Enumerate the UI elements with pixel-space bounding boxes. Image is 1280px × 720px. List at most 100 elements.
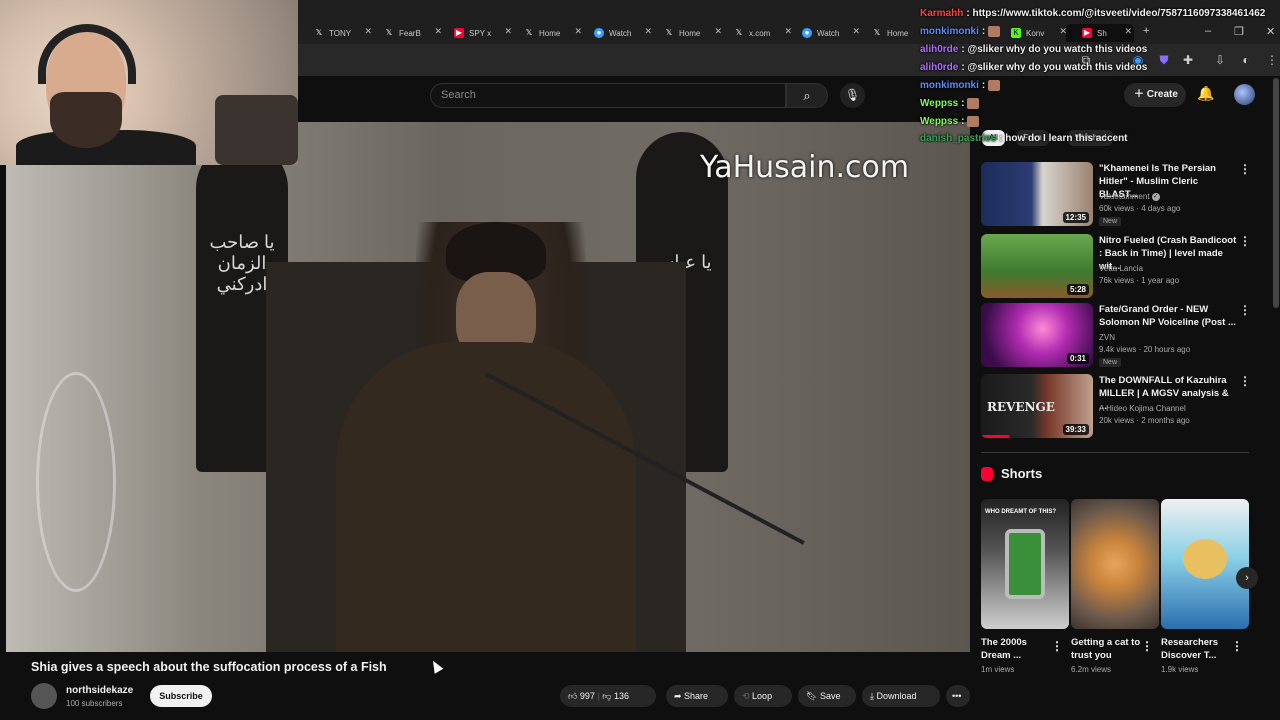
voice-search-button[interactable]: 🎙 xyxy=(840,83,865,108)
watch-icon: ● xyxy=(594,28,604,38)
phone-illustration xyxy=(1005,529,1045,599)
short-title[interactable]: The 2000s Dream ... xyxy=(981,636,1055,662)
loop-button[interactable]: ⟲ Loop xyxy=(734,685,792,707)
share-button[interactable]: ➦ Share xyxy=(666,685,728,707)
more-vertical-icon[interactable]: ⋮ xyxy=(1051,639,1063,653)
short-item[interactable]: WHO DREAMT OF THIS? The 2000s Dream ... … xyxy=(981,499,1069,674)
download-button[interactable]: ⤓ Download xyxy=(862,685,940,707)
dislike-button[interactable]: 👎︎ 136 xyxy=(602,691,629,701)
headset xyxy=(38,24,136,84)
shorts-icon xyxy=(981,466,993,481)
shield-icon[interactable]: ⛊ xyxy=(1156,52,1172,68)
browser-tab[interactable]: ● Watch ✕ xyxy=(786,24,862,42)
x-icon: 𝕏 xyxy=(665,28,673,37)
short-item[interactable]: Researchers Discover T... 1.9k views ⋮ xyxy=(1161,499,1249,674)
video-thumbnail[interactable]: 0:31 xyxy=(981,303,1093,367)
new-tab-button[interactable]: + xyxy=(1143,25,1149,37)
recommendation-channel[interactable]: ZVN xyxy=(1099,333,1115,342)
like-button[interactable]: 👍︎ 997 xyxy=(568,691,595,701)
browser-tab-active[interactable]: ▶ Sh ✕ xyxy=(1066,24,1134,42)
notifications-bell-icon[interactable]: 🔔 xyxy=(1197,85,1214,102)
more-vertical-icon[interactable]: ⋮ xyxy=(1231,639,1243,653)
profile-icon[interactable]: ◐ xyxy=(1238,52,1254,68)
short-title[interactable]: Researchers Discover T... xyxy=(1161,636,1235,662)
minimize-icon[interactable]: – xyxy=(1205,25,1211,37)
video-thumbnail[interactable]: 12:35 xyxy=(981,162,1093,226)
downloads-icon[interactable]: ⇩ xyxy=(1212,52,1228,68)
video-thumbnail[interactable]: 5:28 xyxy=(981,234,1093,298)
shorts-header: Shorts xyxy=(981,466,1042,481)
channel-avatar[interactable] xyxy=(31,683,57,709)
verified-icon: ✓ xyxy=(1151,192,1160,201)
recommendation-channel[interactable]: Vetta Lancia xyxy=(1099,264,1143,273)
account-avatar[interactable] xyxy=(1234,84,1255,105)
duration-badge: 0:31 xyxy=(1066,353,1089,364)
chat-message: Karmahh: https://www.tiktok.com/@itsveet… xyxy=(920,8,1266,19)
browser-tab[interactable]: 𝕏x.com ✕ xyxy=(718,24,794,42)
recommendation-channel[interactable]: Valuetainment ✓ xyxy=(1099,192,1160,201)
more-vertical-icon[interactable]: ⋮ xyxy=(1239,162,1251,176)
recommendation-item[interactable]: 5:28 Nitro Fueled (Crash Bandicoot : Bac… xyxy=(981,234,1251,298)
search-button[interactable]: ⌕ xyxy=(786,83,828,108)
browser-tab[interactable]: 𝕏 Home xyxy=(856,24,918,42)
more-vertical-icon[interactable]: ⋮ xyxy=(1239,234,1251,248)
channel-name[interactable]: northsidekaze xyxy=(66,685,133,696)
video-thumbnail[interactable]: REVENGE 39:33 xyxy=(981,374,1093,438)
chat-message: danish_pastries: how do I learn this acc… xyxy=(920,133,1128,144)
emote-icon xyxy=(967,116,980,127)
emote-icon xyxy=(988,80,1001,91)
more-vertical-icon[interactable]: ⋮ xyxy=(1141,639,1153,653)
plus-icon: ＋ xyxy=(1134,89,1147,100)
emote-icon xyxy=(988,26,1001,37)
recommendation-title[interactable]: Fate/Grand Order - NEW Solomon NP Voicel… xyxy=(1099,303,1237,329)
speaker-robe xyxy=(336,342,636,652)
menu-icon[interactable]: ⋮ xyxy=(1264,52,1280,68)
duration-badge: 39:33 xyxy=(1062,424,1089,435)
search-input[interactable]: Search xyxy=(430,83,786,108)
x-icon: 𝕏 xyxy=(315,28,323,37)
short-item[interactable]: Getting a cat to trust you 6.2m views ⋮ xyxy=(1071,499,1159,674)
mouse-cursor xyxy=(428,658,444,674)
thumbnail-text: REVENGE xyxy=(987,400,1055,414)
close-tab-icon[interactable]: ✕ xyxy=(1124,26,1132,37)
puzzle-icon[interactable]: ✚ xyxy=(1180,52,1196,68)
video-player[interactable]: يا صاحب الزمان ادركني يا عباس YaHusain.c… xyxy=(6,122,970,652)
shorts-next-button[interactable]: › xyxy=(1236,567,1258,589)
eye-of-horus-illustration xyxy=(1183,539,1227,579)
short-thumbnail[interactable]: WHO DREAMT OF THIS? xyxy=(981,499,1069,629)
browser-tab[interactable]: 𝕏 FearB ✕ xyxy=(368,24,444,42)
chevron-right-icon: › xyxy=(1245,572,1249,584)
more-horizontal-icon: ••• xyxy=(952,691,962,701)
x-icon: 𝕏 xyxy=(385,28,393,37)
more-vertical-icon[interactable]: ⋮ xyxy=(1239,303,1251,317)
subscriber-count: 100 subscribers xyxy=(66,699,123,708)
browser-tab[interactable]: ● Watch ✕ xyxy=(578,24,654,42)
thumbs-up-icon: 👍︎ xyxy=(568,691,580,701)
more-vertical-icon[interactable]: ⋮ xyxy=(1239,374,1251,388)
browser-tab[interactable]: K Konv ✕ xyxy=(995,24,1069,42)
create-button[interactable]: ＋ Create xyxy=(1124,83,1186,107)
browser-tab[interactable]: 𝕏 TONY ✕ xyxy=(298,24,374,42)
browser-tab[interactable]: ▶ SPY x ✕ xyxy=(438,24,514,42)
maximize-icon[interactable]: ❐ xyxy=(1234,25,1244,38)
recommendation-item[interactable]: 12:35 "Khamenei Is The Persian Hitler" -… xyxy=(981,162,1251,226)
microphone-icon: 🎙 xyxy=(844,88,861,102)
recommendation-meta: 60k views · 4 days ago xyxy=(1099,204,1181,213)
more-actions-button[interactable]: ••• xyxy=(946,685,970,707)
short-views: 1.9k views xyxy=(1161,665,1199,674)
browser-tab[interactable]: 𝕏 Home ✕ xyxy=(648,24,724,42)
save-button[interactable]: 🔖︎ Save xyxy=(798,685,856,707)
x-icon: 𝕏 xyxy=(873,28,881,37)
x-icon: 𝕏 xyxy=(735,28,743,37)
short-thumbnail[interactable] xyxy=(1161,499,1249,629)
short-views: 1m views xyxy=(981,665,1015,674)
scrollbar[interactable] xyxy=(1273,78,1279,308)
short-title[interactable]: Getting a cat to trust you xyxy=(1071,636,1145,662)
recommendation-channel[interactable]: A Hideo Kojima Channel xyxy=(1099,404,1186,413)
short-thumbnail[interactable] xyxy=(1071,499,1159,629)
recommendation-item[interactable]: REVENGE 39:33 The DOWNFALL of Kazuhira M… xyxy=(981,374,1251,438)
recommendation-item[interactable]: 0:31 Fate/Grand Order - NEW Solomon NP V… xyxy=(981,303,1251,367)
close-window-icon[interactable]: ✕ xyxy=(1266,25,1275,38)
browser-tab[interactable]: 𝕏 Home ✕ xyxy=(508,24,584,42)
subscribe-button[interactable]: Subscribe xyxy=(150,685,212,707)
